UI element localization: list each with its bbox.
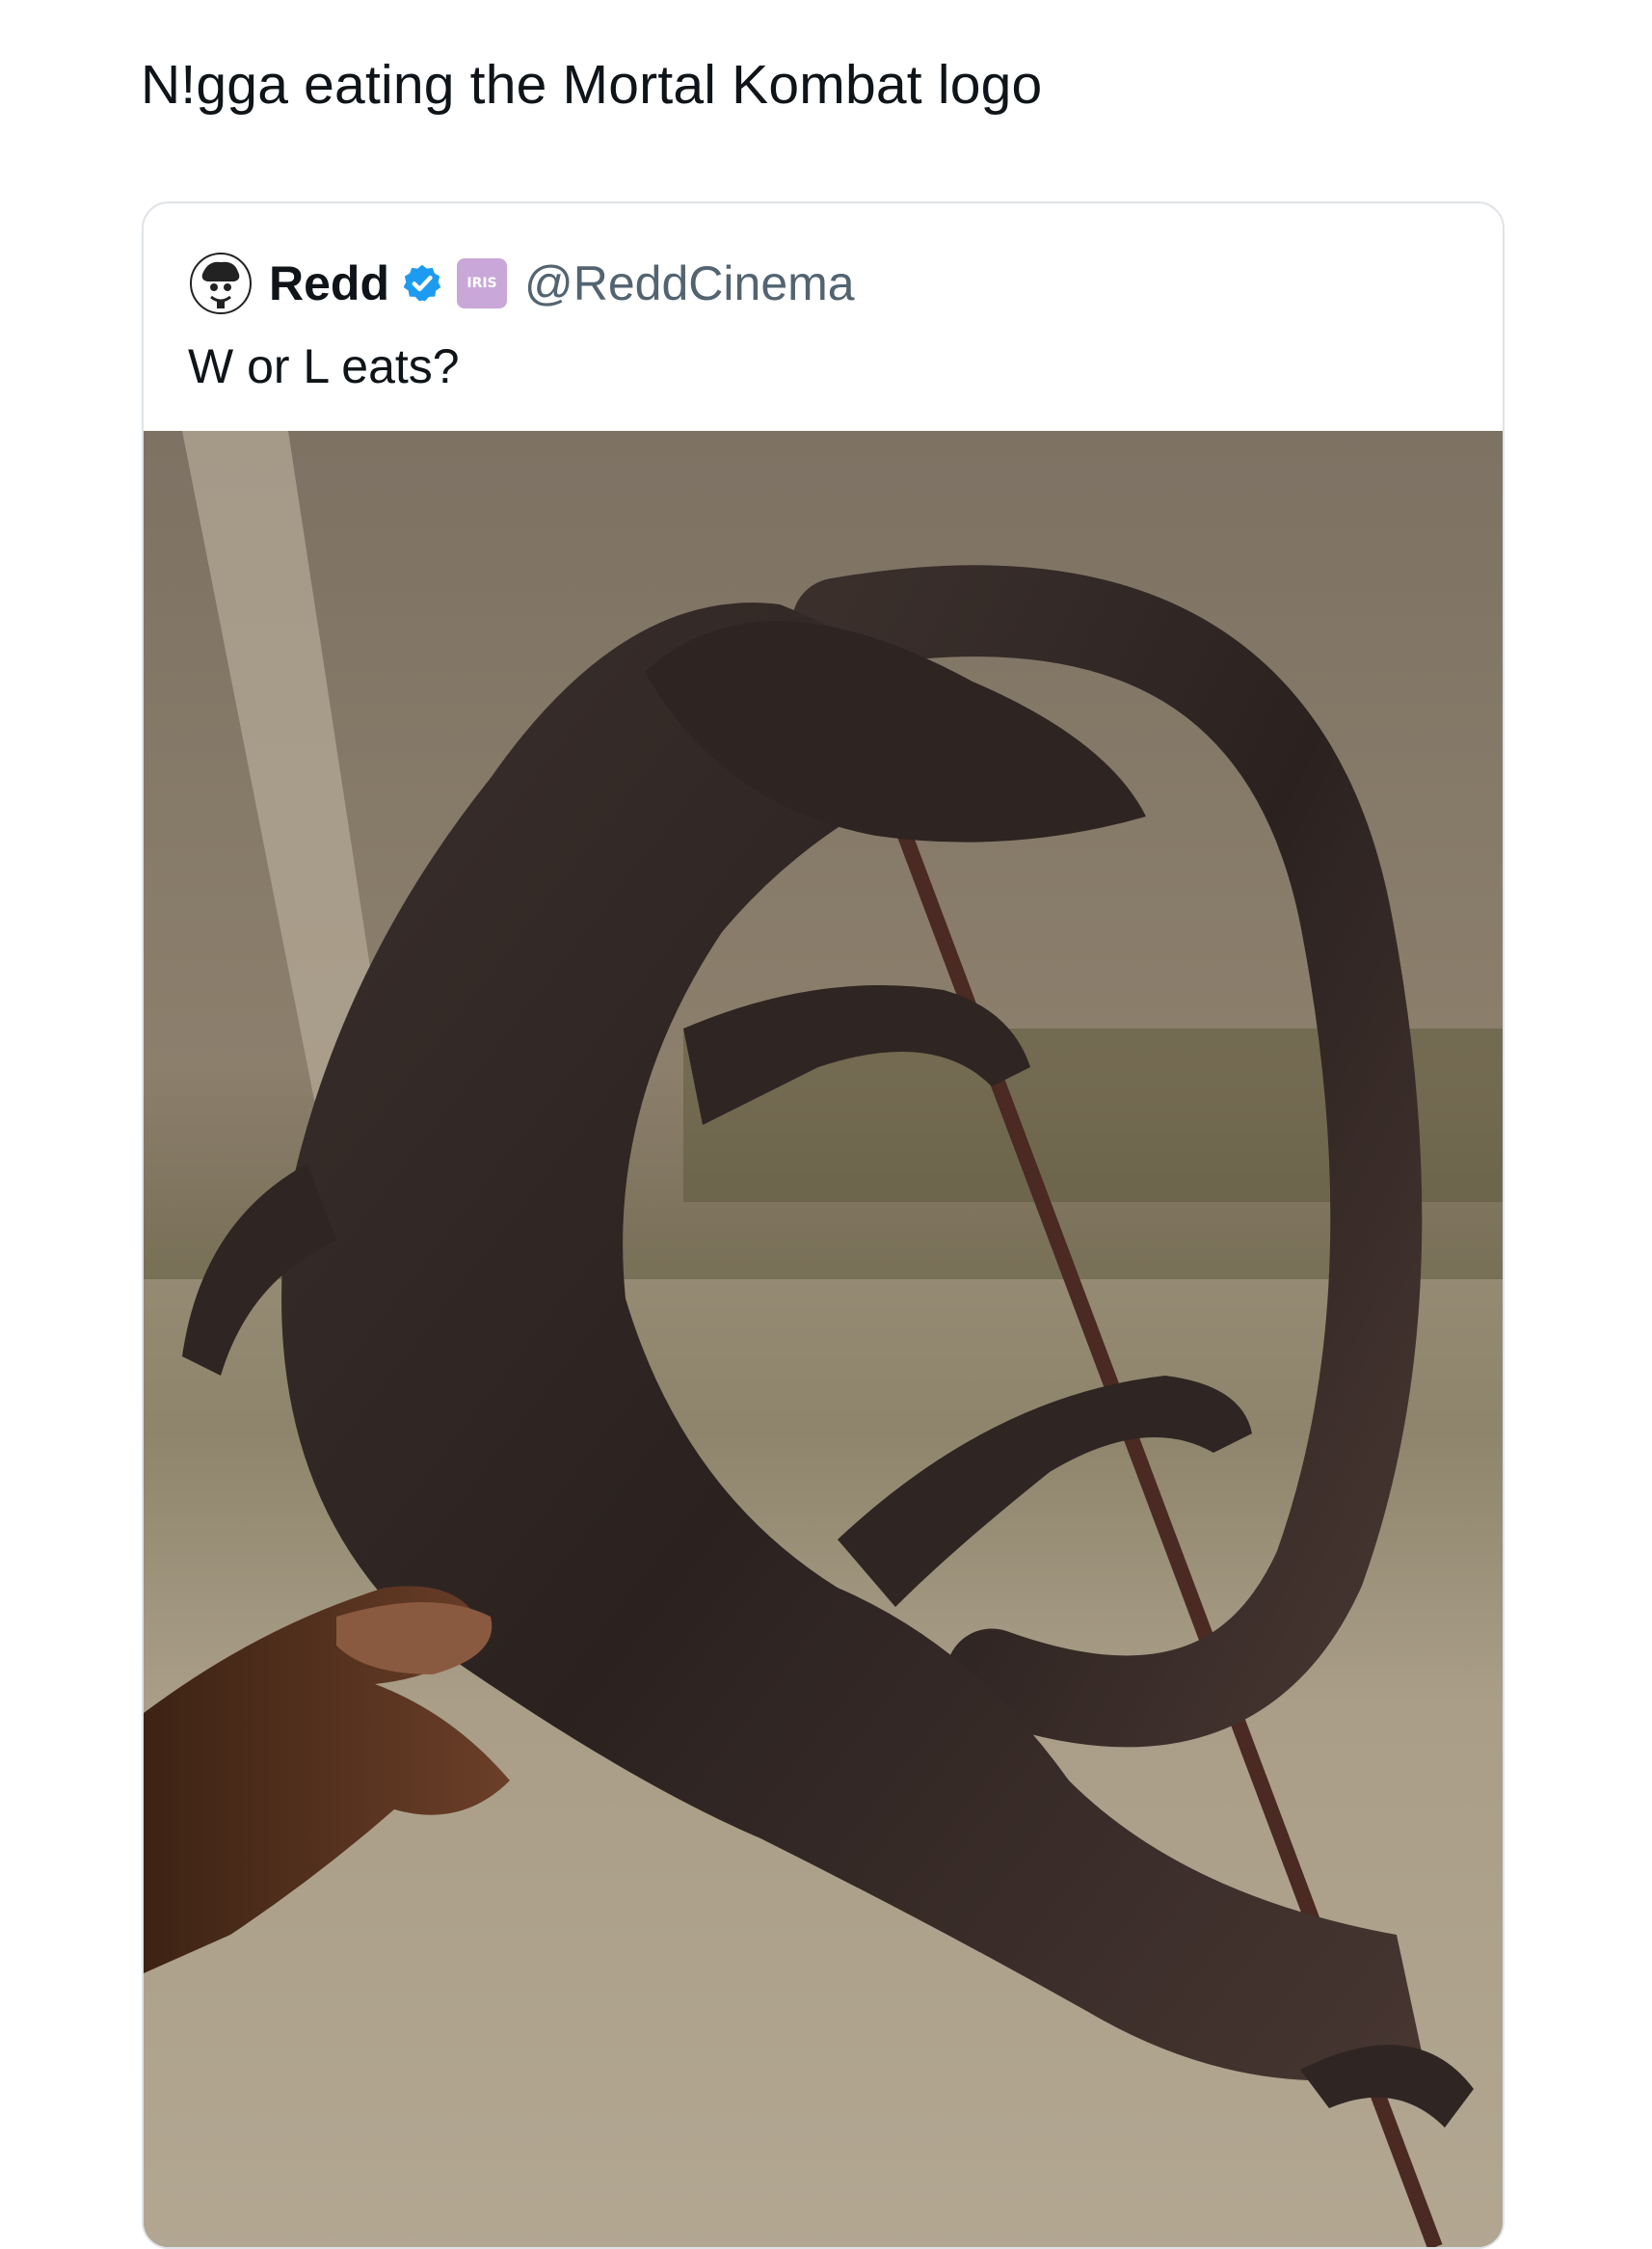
verified-badge-icon — [401, 262, 443, 305]
quoted-tweet-text: W or L eats? — [188, 339, 460, 393]
quoted-tweet-card[interactable]: Redd IRIS @ReddCinema W or L eats? — [142, 201, 1505, 2249]
avatar[interactable] — [190, 253, 252, 314]
tweet-photo[interactable] — [144, 431, 1503, 2247]
roasted-lizard-photo — [144, 431, 1503, 2247]
display-name[interactable]: Redd — [269, 255, 389, 311]
post-text: N!gga eating the Mortal Kombat logo — [141, 54, 1043, 116]
affiliate-badge-icon[interactable]: IRIS — [457, 258, 507, 308]
handle[interactable]: @ReddCinema — [524, 255, 855, 311]
quoted-tweet-header: Redd IRIS @ReddCinema — [190, 250, 855, 317]
